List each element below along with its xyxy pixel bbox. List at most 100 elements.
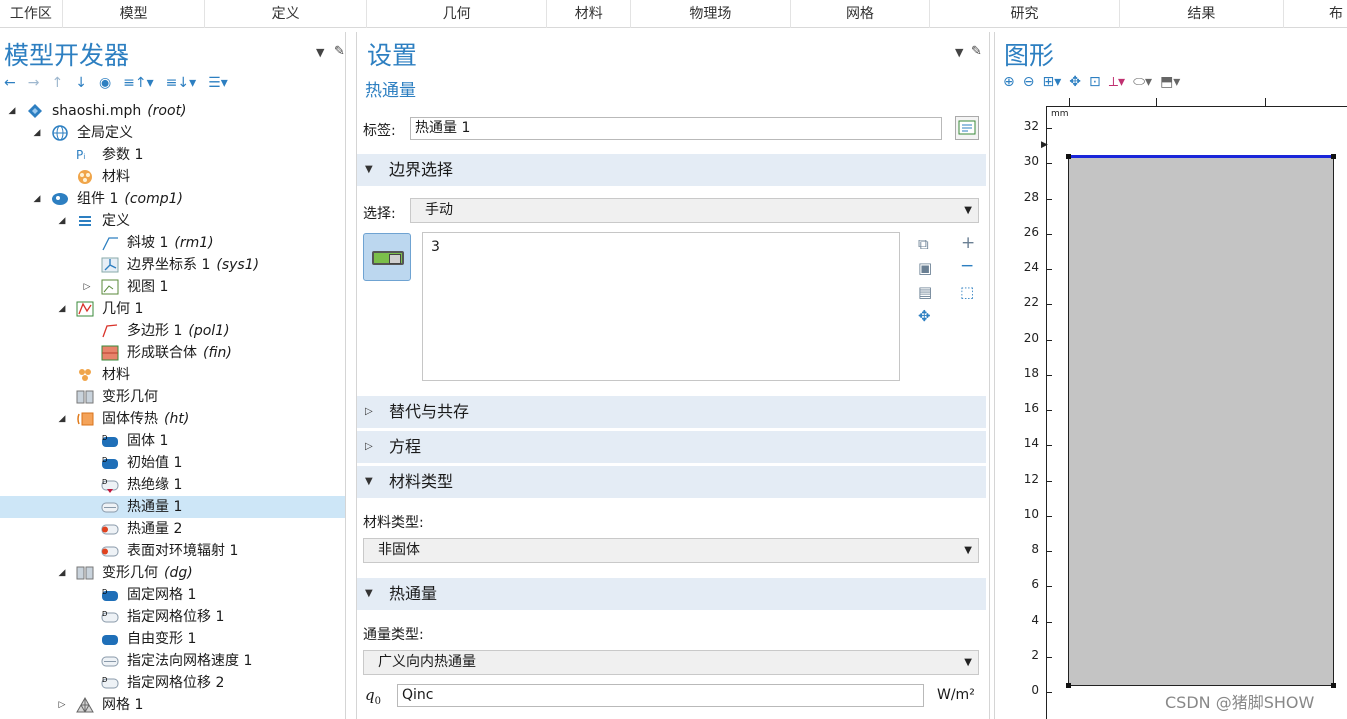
tab-workspace[interactable]: 工作区 — [0, 0, 63, 28]
zoom-in-icon[interactable]: ⊕ — [1003, 74, 1015, 90]
back-icon[interactable]: ← — [4, 75, 16, 91]
copy-to-clipboard-icon[interactable]: ⧉ — [918, 235, 929, 253]
tree-node-form-union[interactable]: 形成联合体 (fin) — [0, 342, 345, 364]
tree-node-deformed-geometry-dg[interactable]: ◢ 变形几何 (dg) — [0, 562, 345, 584]
tree-node-global-definitions[interactable]: ◢ 全局定义 — [0, 122, 345, 144]
material-type-dropdown[interactable]: 非固体 ▼ — [363, 538, 979, 563]
section-material-type[interactable]: ▼ 材料类型 — [357, 466, 986, 498]
tree-node-tag: (sys1) — [216, 257, 260, 273]
tree-node-prescribed-displacement-2[interactable]: D 指定网格位移 2 — [0, 672, 345, 694]
tree-node-thermal-insulation[interactable]: D 热绝缘 1 — [0, 474, 345, 496]
selection-list-item[interactable]: 3 — [431, 239, 891, 255]
zoom-out-icon[interactable]: ⊖ — [1023, 74, 1035, 90]
selection-dropdown[interactable]: 手动 ▼ — [410, 198, 979, 223]
tree-node-surface-radiation[interactable]: 表面对环境辐射 1 — [0, 540, 345, 562]
tree-node-initial-values[interactable]: D 初始值 1 — [0, 452, 345, 474]
selection-list[interactable]: 3 — [422, 232, 900, 381]
tree-node-prescribed-displacement-1[interactable]: D 指定网格位移 1 — [0, 606, 345, 628]
tree-node-heat-flux-2[interactable]: 热通量 2 — [0, 518, 345, 540]
zoom-box-icon[interactable]: ⊞▾ — [1042, 74, 1061, 90]
select-boundaries-icon[interactable]: ⬭▾ — [1133, 74, 1152, 90]
move-up-icon[interactable]: ↑ — [51, 75, 63, 91]
tree-node-definitions[interactable]: ◢ 定义 — [0, 210, 345, 232]
collapse-toggle-icon[interactable]: ◢ — [31, 122, 43, 144]
forward-icon[interactable]: → — [28, 75, 40, 91]
pin-icon[interactable]: ✎ — [971, 44, 982, 59]
tree-node-component-materials[interactable]: 材料 — [0, 364, 345, 386]
section-override-coexistence[interactable]: ▷ 替代与共存 — [357, 396, 986, 428]
tree-node-label: 视图 1 — [127, 279, 169, 295]
tree-node-fixed-mesh[interactable]: D 固定网格 1 — [0, 584, 345, 606]
tree-node-global-materials[interactable]: 材料 — [0, 166, 345, 188]
tree-node-root[interactable]: ◢ shaoshi.mph (root) — [0, 100, 345, 122]
remove-icon[interactable]: − — [960, 256, 974, 276]
tab-model[interactable]: 模型 — [63, 0, 206, 28]
collapse-sections-icon[interactable]: ≡↓▾ — [166, 75, 197, 91]
tab-results[interactable]: 结果 — [1120, 0, 1285, 28]
tab-mesh[interactable]: 网格 — [791, 0, 931, 28]
label-input[interactable]: 热通量 1 — [410, 117, 942, 140]
zoom-selected-icon[interactable]: ⊡ — [1089, 74, 1101, 90]
tree-node-parameters[interactable]: Pᵢ 参数 1 — [0, 144, 345, 166]
tree-node-component[interactable]: ◢ 组件 1 (comp1) — [0, 188, 345, 210]
active-toggle-button[interactable] — [363, 233, 411, 281]
collapse-toggle-icon[interactable]: ◢ — [56, 298, 68, 320]
y-tick-label: 2 — [1031, 648, 1039, 662]
collapse-toggle-icon[interactable]: ◢ — [56, 408, 68, 430]
tab-more[interactable]: 布 — [1284, 0, 1347, 28]
pin-icon[interactable]: ✎ — [334, 44, 345, 59]
zoom-extents-icon[interactable]: ✥ — [1069, 74, 1081, 90]
clear-selection-icon[interactable]: ▣ — [918, 259, 932, 277]
vertex-point[interactable] — [1066, 683, 1071, 688]
tree-node-view[interactable]: ▷ 视图 1 — [0, 276, 345, 298]
expand-toggle-icon[interactable]: ▷ — [81, 276, 93, 298]
tab-definitions[interactable]: 定义 — [205, 0, 367, 28]
svg-text:D: D — [102, 456, 107, 464]
q0-input[interactable]: Qinc — [397, 684, 924, 707]
tree-node-geometry[interactable]: ◢ 几何 1 — [0, 298, 345, 320]
tree-node-boundary-system[interactable]: 边界坐标系 1 (sys1) — [0, 254, 345, 276]
tab-geometry[interactable]: 几何 — [367, 0, 548, 28]
panel-menu-icon[interactable]: ▼ — [955, 46, 963, 59]
view-options-icon[interactable]: ⬒▾ — [1160, 74, 1180, 90]
tree-node-heat-flux-1[interactable]: 热通量 1 — [0, 496, 345, 518]
tree-node-polygon[interactable]: 多边形 1 (pol1) — [0, 320, 345, 342]
collapse-toggle-icon[interactable]: ◢ — [56, 210, 68, 232]
collapse-toggle-icon[interactable]: ◢ — [6, 100, 18, 122]
domain-feature-icon: D — [101, 455, 119, 471]
tab-physics[interactable]: 物理场 — [631, 0, 791, 28]
section-boundary-selection[interactable]: ▼ 边界选择 — [357, 154, 986, 186]
section-equation[interactable]: ▷ 方程 — [357, 431, 986, 463]
paste-icon[interactable]: ▤ — [918, 283, 932, 301]
zoom-extents-icon[interactable]: ✥ — [918, 307, 931, 325]
flux-type-dropdown[interactable]: 广义向内热通量 ▼ — [363, 650, 979, 675]
show-icon[interactable]: ◉ — [99, 75, 111, 91]
move-down-icon[interactable]: ↓ — [75, 75, 87, 91]
vertex-point[interactable] — [1066, 154, 1071, 159]
section-heat-flux[interactable]: ▼ 热通量 — [357, 578, 986, 610]
label-edit-button[interactable] — [955, 116, 979, 140]
expand-sections-icon[interactable]: ≡↑▾ — [123, 75, 154, 91]
zoom-to-selection-icon[interactable]: ⬚ — [960, 283, 974, 301]
collapse-toggle-icon[interactable]: ◢ — [31, 188, 43, 210]
tree-node-normal-mesh-velocity[interactable]: 指定法向网格速度 1 — [0, 650, 345, 672]
vertex-point[interactable] — [1331, 154, 1336, 159]
tree-node-free-deformation[interactable]: 自由变形 1 — [0, 628, 345, 650]
vertex-point[interactable] — [1331, 683, 1336, 688]
tab-study[interactable]: 研究 — [930, 0, 1120, 28]
domain-feature-icon: D — [101, 433, 119, 449]
tree-node-heat-transfer[interactable]: ◢ 固体传热 (ht) — [0, 408, 345, 430]
axis-orientation-icon[interactable]: ⟂▾ — [1109, 74, 1125, 90]
tree-node-solid[interactable]: D 固体 1 — [0, 430, 345, 452]
tree-node-ramp[interactable]: 斜坡 1 (rm1) — [0, 232, 345, 254]
add-icon[interactable]: + — [961, 233, 975, 253]
tree-view-options-icon[interactable]: ☰▾ — [208, 75, 228, 91]
selected-boundary[interactable] — [1068, 155, 1334, 158]
geometry-domain[interactable] — [1068, 156, 1334, 686]
tree-node-deformed-geometry[interactable]: 变形几何 — [0, 386, 345, 408]
tab-materials[interactable]: 材料 — [547, 0, 632, 28]
expand-toggle-icon[interactable]: ▷ — [56, 694, 68, 716]
collapse-toggle-icon[interactable]: ◢ — [56, 562, 68, 584]
tree-node-mesh[interactable]: ▷ 网格 1 — [0, 694, 345, 716]
panel-menu-icon[interactable]: ▼ — [316, 46, 324, 59]
